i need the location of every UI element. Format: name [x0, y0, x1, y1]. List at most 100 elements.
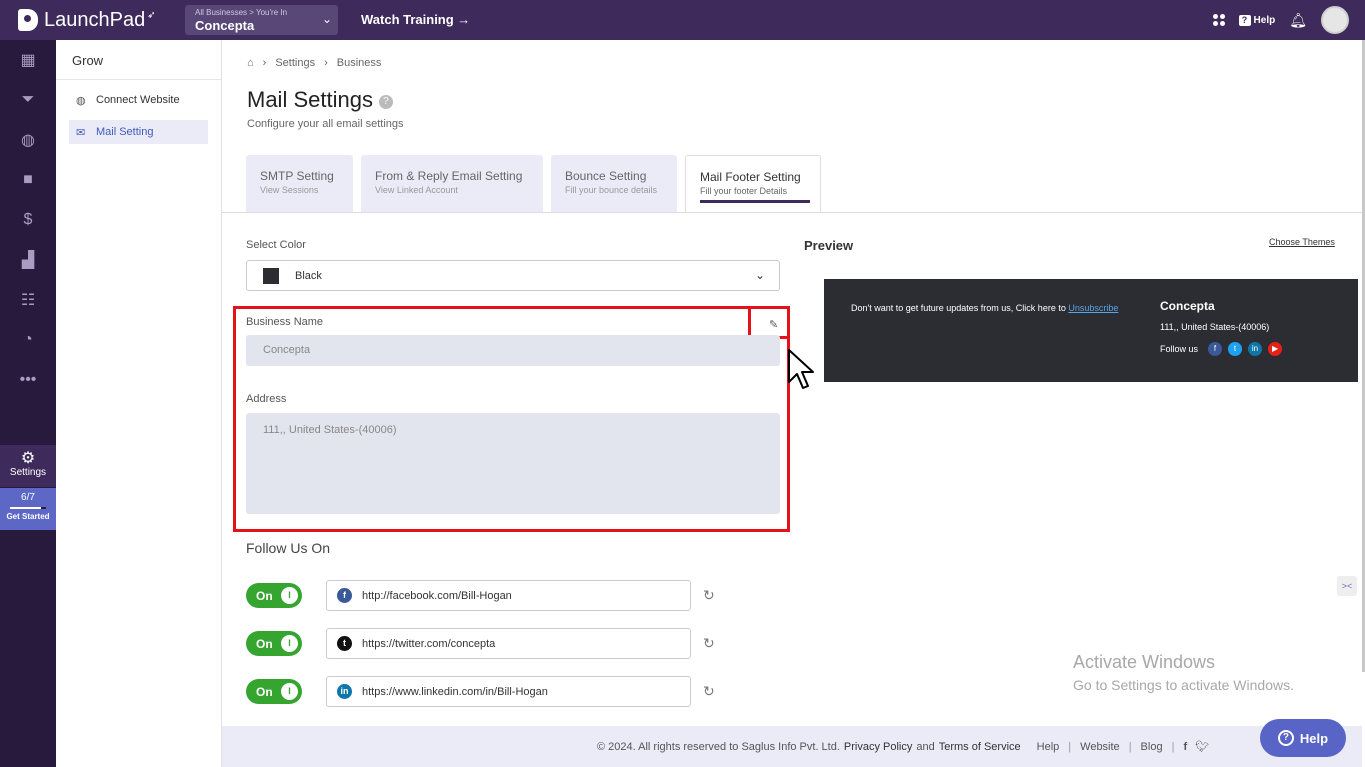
- analytics-icon[interactable]: ▟: [0, 240, 56, 280]
- logo[interactable]: LaunchPad ➶: [18, 9, 178, 32]
- home-icon[interactable]: ⌂: [247, 57, 254, 69]
- business-name-label: Business Name: [246, 316, 324, 328]
- help-button-label: Help: [1299, 730, 1329, 746]
- progress-bar: [10, 507, 46, 509]
- choose-themes-link[interactable]: Choose Themes: [1269, 237, 1335, 247]
- mail-footer-preview: Don't want to get future updates from us…: [824, 279, 1358, 382]
- toggle-knob: I: [281, 683, 298, 700]
- help-link[interactable]: ? Help: [1238, 14, 1275, 26]
- tab-mail-footer-setting[interactable]: Mail Footer Setting Fill your footer Det…: [685, 155, 821, 212]
- top-bar: LaunchPad ➶ All Businesses > You're In C…: [0, 0, 1365, 40]
- users-icon[interactable]: ☷: [0, 280, 56, 320]
- sidebar-item-label: Connect Website: [96, 94, 180, 106]
- dashboard-icon[interactable]: ▦: [0, 40, 56, 80]
- twitter-url-input[interactable]: t https://twitter.com/concepta: [326, 628, 691, 659]
- linkedin-url-input[interactable]: in https://www.linkedin.com/in/Bill-Hoga…: [326, 676, 691, 707]
- tab-bounce-setting[interactable]: Bounce Setting Fill your bounce details: [551, 155, 677, 212]
- question-icon[interactable]: ?: [378, 95, 393, 109]
- copyright-text: © 2024. All rights reserved to Saglus In…: [597, 740, 840, 753]
- funnel-icon[interactable]: ⏷: [0, 80, 56, 120]
- tab-subtitle: View Linked Account: [375, 185, 458, 195]
- business-name-field[interactable]: Concepta: [246, 335, 780, 366]
- sidebar-item-mail-setting[interactable]: ✉ Mail Setting: [69, 120, 208, 144]
- twitter-toggle[interactable]: On I: [246, 631, 302, 656]
- globe-icon[interactable]: ◍: [0, 120, 56, 160]
- facebook-toggle[interactable]: On I: [246, 583, 302, 608]
- terms-link[interactable]: Terms of Service: [939, 741, 1021, 753]
- chevron-down-icon: ⌄: [754, 268, 765, 282]
- activate-windows-watermark: Activate Windows Go to Settings to activ…: [1073, 652, 1294, 693]
- tab-from-reply-email[interactable]: From & Reply Email Setting View Linked A…: [361, 155, 543, 212]
- breadcrumb-separator: ›: [262, 57, 267, 69]
- address-field[interactable]: 111,, United States-(40006): [246, 413, 780, 514]
- facebook-url-input[interactable]: f http://facebook.com/Bill-Hogan: [326, 580, 691, 611]
- video-icon[interactable]: ■: [0, 160, 56, 200]
- page-title-text: Mail Settings: [247, 87, 373, 112]
- watermark-line2: Go to Settings to activate Windows.: [1073, 677, 1294, 693]
- unsubscribe-text: Don't want to get future updates from us…: [851, 303, 1118, 313]
- refresh-icon[interactable]: ↻: [703, 683, 715, 700]
- rail-settings-label: Settings: [9, 467, 47, 478]
- logo-text: LaunchPad: [44, 8, 146, 31]
- unsubscribe-prompt: Don't want to get future updates from us…: [851, 303, 1066, 313]
- page-title: Mail Settings?: [247, 87, 393, 113]
- pencil-icon[interactable]: ✎: [769, 318, 778, 331]
- facebook-icon[interactable]: f: [1208, 342, 1223, 356]
- privacy-policy-link[interactable]: Privacy Policy: [844, 741, 912, 753]
- tab-subtitle: Fill your footer Details: [700, 186, 788, 196]
- tab-subtitle: View Sessions: [260, 185, 319, 195]
- tab-title: From & Reply Email Setting: [375, 169, 523, 183]
- toggle-label: On: [256, 684, 273, 699]
- main-content: ⌂ › Settings › Business Mail Settings? C…: [222, 40, 1362, 767]
- help-button[interactable]: ? Help: [1260, 719, 1346, 757]
- gear-icon: ⚙: [20, 450, 36, 467]
- preview-title: Preview: [804, 238, 854, 253]
- more-icon[interactable]: •••: [0, 360, 56, 400]
- reports-icon[interactable]: ◔: [0, 320, 56, 360]
- bell-icon[interactable]: 🔔︎: [1289, 12, 1307, 29]
- twitter-icon[interactable]: 🐦︎: [1195, 740, 1209, 753]
- rail-settings[interactable]: ⚙ Settings: [0, 445, 56, 487]
- tab-smtp-setting[interactable]: SMTP Setting View Sessions: [246, 155, 353, 212]
- business-selector[interactable]: All Businesses > You're In Concepta ⌄: [185, 5, 338, 35]
- twitter-url: https://twitter.com/concepta: [362, 637, 496, 650]
- progress-count: 6/7: [21, 492, 35, 503]
- watch-training-link[interactable]: Watch Training →: [361, 12, 470, 27]
- sidebar-item-label: Mail Setting: [96, 126, 154, 138]
- color-select-value: Black: [295, 269, 322, 282]
- toggle-knob: I: [281, 587, 298, 604]
- avatar[interactable]: [1321, 6, 1349, 34]
- linkedin-toggle[interactable]: On I: [246, 679, 302, 704]
- sidebar-item-connect-website[interactable]: ◍ Connect Website: [69, 88, 208, 112]
- color-select[interactable]: Black ⌄: [246, 260, 780, 291]
- tab-subtitle: Fill your bounce details: [565, 185, 658, 195]
- rocket-icon: ➶: [147, 9, 156, 21]
- twitter-icon[interactable]: t: [1228, 342, 1243, 356]
- breadcrumb-settings[interactable]: Settings: [275, 57, 315, 69]
- footer-website-link[interactable]: Website: [1080, 741, 1120, 753]
- footer-blog-link[interactable]: Blog: [1141, 741, 1163, 753]
- refresh-icon[interactable]: ↻: [703, 587, 715, 604]
- facebook-icon[interactable]: f: [1183, 741, 1187, 753]
- unsubscribe-link[interactable]: Unsubscribe: [1068, 303, 1118, 313]
- tab-title: Mail Footer Setting: [700, 170, 801, 184]
- get-started-progress[interactable]: 6/7 Get Started: [0, 488, 56, 530]
- toggle-knob: I: [281, 635, 298, 652]
- business-selector-caption: All Businesses > You're In: [195, 8, 288, 17]
- social-row-facebook: On I f http://facebook.com/Bill-Hogan ↻: [246, 580, 715, 611]
- mail-icon: ✉: [76, 126, 86, 139]
- apps-grid-icon[interactable]: [1212, 14, 1225, 26]
- tab-title: Bounce Setting: [565, 169, 647, 183]
- breadcrumb-business: Business: [336, 57, 382, 69]
- footer-help-link[interactable]: Help: [1037, 741, 1060, 753]
- linkedin-icon: in: [337, 684, 352, 699]
- separator: |: [1171, 740, 1175, 753]
- linkedin-icon[interactable]: in: [1248, 342, 1263, 356]
- collapse-icon[interactable]: ><: [1337, 576, 1357, 596]
- twitter-icon: t: [337, 636, 352, 651]
- page-subtitle: Configure your all email settings: [247, 118, 404, 130]
- dollar-icon[interactable]: $: [0, 200, 56, 240]
- youtube-icon[interactable]: ▶: [1268, 342, 1283, 356]
- refresh-icon[interactable]: ↻: [703, 635, 715, 652]
- separator: |: [1068, 740, 1072, 753]
